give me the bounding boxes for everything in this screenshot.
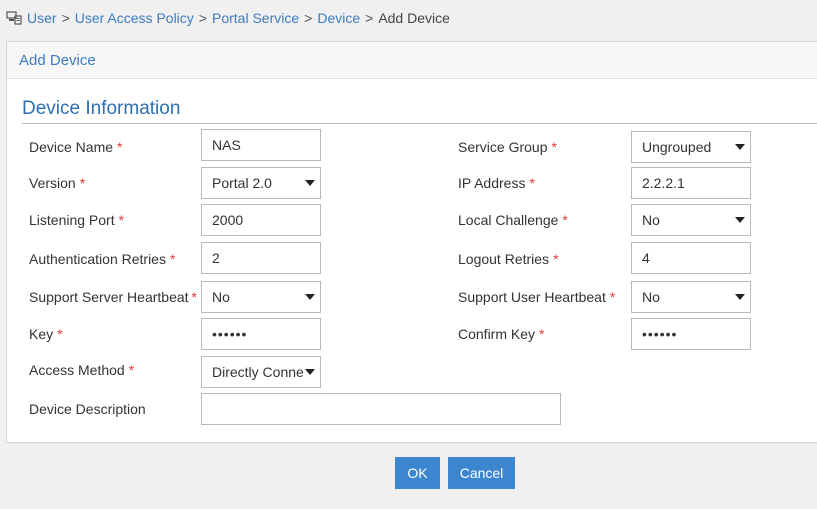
cancel-button[interactable]: Cancel [448,457,515,489]
ip-address-input[interactable] [631,167,751,199]
panel-title: Add Device [7,42,817,79]
support-user-heartbeat-select[interactable]: No [631,281,751,313]
section-divider [22,123,817,124]
device-description-label: Device Description [29,401,146,417]
authentication-retries-input[interactable] [201,242,321,274]
dropdown-arrow-icon [735,217,745,223]
dropdown-arrow-icon [305,294,315,300]
breadcrumb-separator: > [365,10,374,26]
local-challenge-select[interactable]: No [631,204,751,236]
logout-retries-label: Logout Retries * [458,251,559,267]
version-value: Portal 2.0 [212,175,272,191]
breadcrumb-separator: > [198,10,207,26]
device-description-input[interactable] [201,393,561,425]
breadcrumb-user[interactable]: User [27,10,57,26]
local-challenge-value: No [642,212,660,228]
listening-port-label: Listening Port * [29,212,125,228]
support-user-heartbeat-value: No [642,289,660,305]
listening-port-input[interactable] [201,204,321,236]
local-challenge-label: Local Challenge * [458,212,568,228]
dropdown-arrow-icon [735,294,745,300]
version-label: Version * [29,175,86,191]
breadcrumb-separator: > [61,10,70,26]
ok-button[interactable]: OK [395,457,440,489]
support-server-heartbeat-label: Support Server Heartbeat * [29,289,197,305]
authentication-retries-label: Authentication Retries * [29,251,176,267]
breadcrumb-separator: > [304,10,313,26]
dropdown-arrow-icon [305,369,315,375]
dropdown-arrow-icon [305,180,315,186]
dropdown-arrow-icon [735,144,745,150]
service-group-select[interactable]: Ungrouped [631,131,751,163]
key-input[interactable] [201,318,321,350]
confirm-key-label: Confirm Key * [458,326,545,342]
support-user-heartbeat-label: Support User Heartbeat * [458,289,616,305]
breadcrumb: User > User Access Policy > Portal Servi… [6,8,450,28]
logout-retries-input[interactable] [631,242,751,274]
section-title: Device Information [22,98,181,119]
access-method-value: Directly Connected [212,364,304,380]
device-name-input[interactable] [201,129,321,161]
breadcrumb-user-access-policy[interactable]: User Access Policy [75,10,194,26]
key-label: Key * [29,326,63,342]
breadcrumb-portal-service[interactable]: Portal Service [212,10,299,26]
access-method-label: Access Method * [29,362,135,378]
device-name-label: Device Name * [29,139,123,155]
support-server-heartbeat-select[interactable]: No [201,281,321,313]
service-group-value: Ungrouped [642,139,712,155]
breadcrumb-current: Add Device [378,10,450,26]
version-select[interactable]: Portal 2.0 [201,167,321,199]
add-device-panel: Add Device Device Information Device Nam… [6,41,817,443]
ip-address-label: IP Address * [458,175,535,191]
breadcrumb-device[interactable]: Device [317,10,360,26]
access-method-select[interactable]: Directly Connected [201,356,321,388]
service-group-label: Service Group * [458,139,557,155]
user-network-icon [6,10,22,26]
support-server-heartbeat-value: No [212,289,230,305]
confirm-key-input[interactable] [631,318,751,350]
